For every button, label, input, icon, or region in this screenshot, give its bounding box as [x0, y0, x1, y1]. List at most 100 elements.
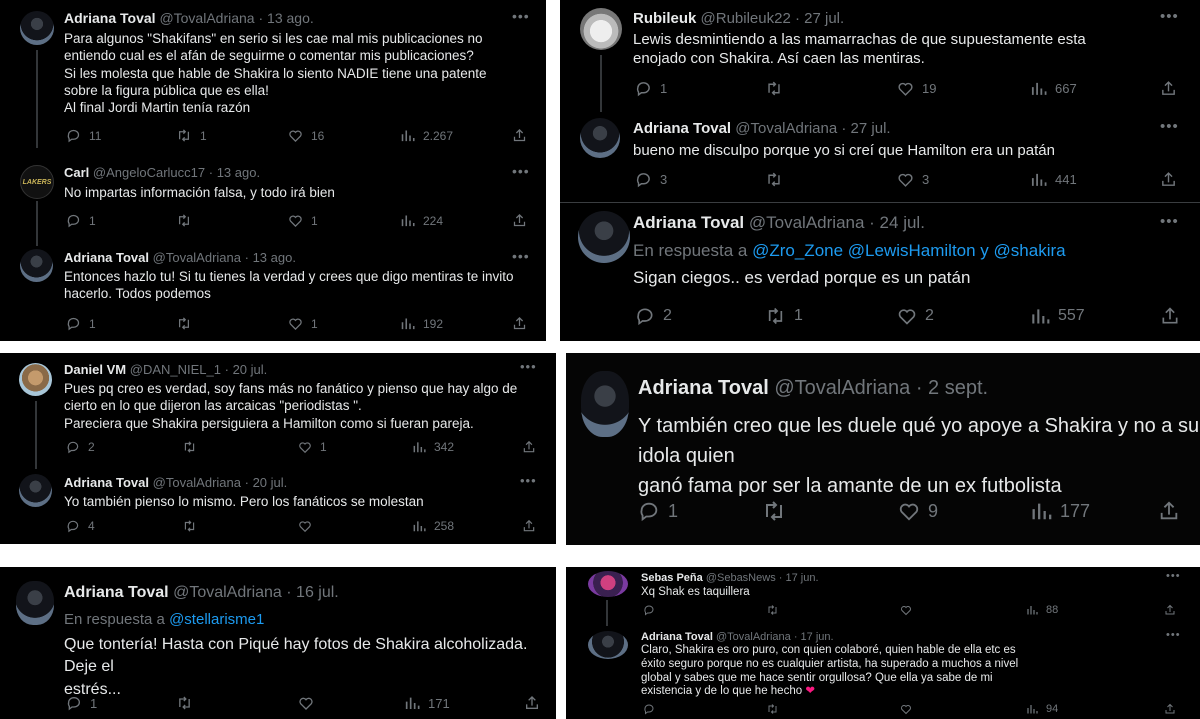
- tweet-time[interactable]: · 13 ago.: [258, 10, 313, 26]
- tweet-time[interactable]: · 17 jun.: [794, 631, 834, 643]
- author-handle[interactable]: @TovalAdriana: [153, 250, 241, 265]
- avatar[interactable]: [20, 11, 54, 45]
- more-icon[interactable]: •••: [512, 248, 530, 264]
- share-button[interactable]: [1164, 703, 1176, 715]
- avatar[interactable]: [580, 8, 622, 50]
- reply-button[interactable]: 1: [635, 80, 667, 97]
- retweet-button[interactable]: [766, 604, 779, 616]
- reply-mentions[interactable]: @Zro_Zone @LewisHamilton y @shakira: [752, 241, 1066, 260]
- share-button[interactable]: [522, 519, 536, 533]
- like-button[interactable]: [298, 519, 312, 533]
- views-button[interactable]: 88: [1026, 604, 1058, 616]
- tweet[interactable]: LAKERS Carl @AngeloCarlucc17 · 13 ago. •…: [0, 155, 546, 246]
- views-button[interactable]: 557: [1030, 306, 1085, 326]
- reply-button[interactable]: 1: [66, 316, 96, 331]
- like-button[interactable]: 3: [897, 171, 929, 188]
- like-button[interactable]: 19: [897, 80, 936, 97]
- like-button[interactable]: 2: [897, 306, 934, 326]
- avatar[interactable]: [588, 631, 628, 659]
- reply-button[interactable]: 1: [638, 499, 678, 523]
- views-button[interactable]: 2.267: [400, 128, 453, 143]
- more-icon[interactable]: •••: [520, 359, 537, 374]
- share-button[interactable]: [1164, 604, 1176, 616]
- author-handle[interactable]: @TovalAdriana: [153, 475, 241, 490]
- reply-button[interactable]: 11: [66, 128, 101, 143]
- retweet-button[interactable]: 1: [765, 306, 803, 326]
- like-button[interactable]: 16: [288, 128, 324, 143]
- author-handle[interactable]: @TovalAdriana: [159, 10, 254, 26]
- author-name[interactable]: Carl: [64, 165, 89, 180]
- tweet-time[interactable]: · 27 jul.: [795, 10, 844, 27]
- tweet-time[interactable]: · 16 jul.: [286, 584, 338, 601]
- avatar[interactable]: LAKERS: [20, 165, 54, 199]
- reply-button[interactable]: 1: [66, 695, 97, 711]
- views-button[interactable]: 192: [400, 316, 443, 331]
- tweet[interactable]: Rubileuk @Rubileuk22 · 27 jul. ••• Lewis…: [560, 0, 1200, 112]
- avatar[interactable]: [16, 581, 54, 625]
- reply-mentions[interactable]: @stellarisme1: [169, 611, 264, 628]
- tweet[interactable]: Adriana Toval @TovalAdriana · 2 sept. Y …: [566, 353, 1200, 545]
- reply-button[interactable]: 3: [635, 171, 667, 188]
- tweet[interactable]: Adriana Toval @TovalAdriana · 27 jul. ••…: [560, 112, 1200, 200]
- views-button[interactable]: 441: [1030, 171, 1077, 188]
- tweet[interactable]: Sebas Peña @SebasNews · 17 jun. ••• Xq S…: [566, 567, 1200, 627]
- avatar[interactable]: [19, 474, 52, 507]
- avatar[interactable]: [19, 363, 52, 396]
- share-button[interactable]: [512, 128, 527, 143]
- author-name[interactable]: Adriana Toval: [633, 120, 731, 137]
- share-button[interactable]: [1160, 171, 1177, 188]
- views-button[interactable]: 171: [404, 695, 450, 711]
- retweet-button[interactable]: [176, 316, 192, 331]
- more-icon[interactable]: •••: [1160, 8, 1179, 25]
- author-name[interactable]: Adriana Toval: [638, 377, 769, 399]
- retweet-button[interactable]: [176, 213, 192, 228]
- tweet-time[interactable]: · 20 jul.: [245, 475, 288, 490]
- retweet-button[interactable]: [766, 703, 779, 715]
- author-name[interactable]: Sebas Peña: [641, 572, 703, 584]
- tweet-time[interactable]: · 13 ago.: [245, 250, 296, 265]
- like-button[interactable]: 1: [288, 213, 318, 228]
- share-button[interactable]: [522, 440, 536, 454]
- tweet[interactable]: Adriana Toval @TovalAdriana · 17 jun. ••…: [566, 627, 1200, 719]
- more-icon[interactable]: •••: [1166, 570, 1181, 582]
- author-name[interactable]: Adriana Toval: [633, 213, 744, 232]
- reply-button[interactable]: [643, 703, 655, 715]
- retweet-button[interactable]: [176, 695, 193, 711]
- reply-button[interactable]: 2: [66, 440, 95, 454]
- author-handle[interactable]: @TovalAdriana: [716, 631, 791, 643]
- author-name[interactable]: Adriana Toval: [64, 10, 156, 26]
- reply-button[interactable]: [643, 604, 655, 616]
- tweet-time[interactable]: · 20 jul.: [225, 362, 268, 377]
- views-button[interactable]: 94: [1026, 703, 1058, 715]
- reply-button[interactable]: 1: [66, 213, 96, 228]
- like-button[interactable]: [298, 695, 314, 711]
- like-button[interactable]: [900, 703, 912, 715]
- retweet-button[interactable]: [765, 171, 783, 188]
- more-icon[interactable]: •••: [512, 8, 530, 24]
- avatar[interactable]: [581, 371, 629, 437]
- author-handle[interactable]: @TovalAdriana: [735, 120, 837, 137]
- share-button[interactable]: [512, 213, 527, 228]
- avatar[interactable]: [20, 249, 53, 282]
- share-button[interactable]: [1158, 499, 1180, 523]
- share-button[interactable]: [1160, 80, 1177, 97]
- author-handle[interactable]: @AngeloCarlucc17: [93, 165, 205, 180]
- author-name[interactable]: Daniel VM: [64, 362, 126, 377]
- avatar[interactable]: [588, 571, 628, 597]
- author-name[interactable]: Adriana Toval: [64, 584, 169, 601]
- tweet[interactable]: Adriana Toval @TovalAdriana · 20 jul. ••…: [0, 468, 556, 544]
- author-handle[interactable]: @TovalAdriana: [774, 377, 910, 399]
- views-button[interactable]: 342: [412, 440, 454, 454]
- avatar[interactable]: [578, 211, 630, 263]
- retweet-button[interactable]: 1: [176, 128, 207, 143]
- author-name[interactable]: Adriana Toval: [64, 250, 149, 265]
- more-icon[interactable]: •••: [1166, 629, 1181, 641]
- views-button[interactable]: 667: [1030, 80, 1077, 97]
- share-button[interactable]: [1160, 306, 1180, 326]
- author-handle[interactable]: @DAN_NIEL_1: [130, 362, 221, 377]
- tweet[interactable]: Adriana Toval @TovalAdriana · 24 jul. ••…: [560, 203, 1200, 341]
- tweet-time[interactable]: · 17 jun.: [779, 572, 819, 584]
- tweet-time[interactable]: · 2 sept.: [916, 377, 988, 399]
- views-button[interactable]: 258: [412, 519, 454, 533]
- share-button[interactable]: [512, 316, 527, 331]
